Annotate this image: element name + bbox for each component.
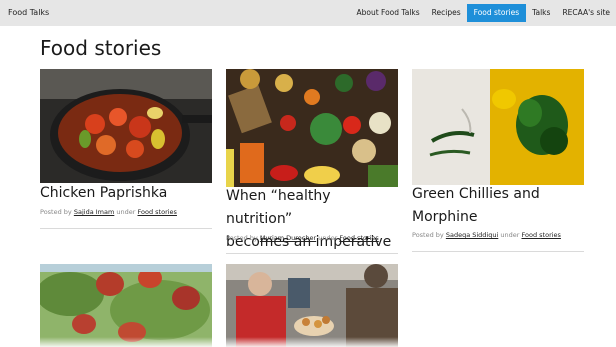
nav-item-talks[interactable]: Talks: [526, 4, 556, 22]
post-thumbnail-green-chillies[interactable]: [412, 69, 584, 185]
post-title-link[interactable]: When “healthy nutrition” becomes an impe…: [226, 185, 398, 254]
post-meta: Posted by Myriam Durocher under Food sto…: [226, 234, 379, 242]
green-chillies-photo: [412, 69, 584, 185]
author-link[interactable]: Myriam Durocher: [260, 234, 316, 242]
nav-item-recipes[interactable]: Recipes: [426, 4, 467, 22]
under-text: under: [116, 208, 136, 216]
card-divider: [412, 251, 584, 252]
category-link[interactable]: Food stories: [522, 231, 561, 239]
nav-item-recaa-site[interactable]: RECAA's site: [556, 4, 616, 22]
post-meta: Posted by Sadeqa Siddiqui under Food sto…: [412, 231, 561, 239]
top-navigation-bar: Food Talks About Food Talks Recipes Food…: [0, 0, 616, 26]
post-card-red-berries: [40, 264, 212, 347]
post-meta: Posted by Sajida Imam under Food stories: [40, 208, 177, 216]
card-divider: [226, 253, 398, 254]
post-title-line: Green Chillies and: [412, 186, 540, 202]
posted-by-text: Posted by: [412, 231, 444, 239]
post-thumbnail-people-sharing-food[interactable]: [226, 264, 398, 347]
card-divider: [40, 228, 212, 229]
post-card-healthy-nutrition: When “healthy nutrition” becomes an impe…: [226, 69, 398, 254]
post-thumbnail-red-berries[interactable]: [40, 264, 212, 347]
page-title: Food stories: [40, 36, 162, 60]
author-link[interactable]: Sadeqa Siddiqui: [446, 231, 498, 239]
post-thumbnail-chicken-paprishka[interactable]: [40, 69, 212, 183]
post-title-line: When “healthy nutrition”: [226, 188, 331, 227]
under-text: under: [500, 231, 520, 239]
post-title-link[interactable]: Chicken Paprishka: [40, 182, 167, 205]
post-thumbnail-healthy-nutrition[interactable]: [226, 69, 398, 187]
site-brand-link[interactable]: Food Talks: [8, 0, 49, 26]
red-berries-tree-photo: [40, 264, 212, 347]
post-card-chicken-paprishka: Chicken Paprishka Posted by Sajida Imam …: [40, 69, 212, 231]
category-link[interactable]: Food stories: [138, 208, 177, 216]
people-sharing-food-photo: [226, 264, 398, 347]
posted-by-text: Posted by: [226, 234, 258, 242]
main-nav: About Food Talks Recipes Food stories Ta…: [350, 4, 616, 22]
post-card-people-sharing-food: [226, 264, 398, 347]
posted-by-text: Posted by: [40, 208, 72, 216]
author-link[interactable]: Sajida Imam: [74, 208, 114, 216]
post-card-green-chillies: Green Chillies and Morphine Posted by Sa…: [412, 69, 584, 253]
nav-item-food-stories[interactable]: Food stories: [466, 4, 527, 22]
nav-item-about-food-talks[interactable]: About Food Talks: [350, 4, 425, 22]
chicken-paprika-pan-photo: [40, 69, 212, 183]
post-title-line: Morphine: [412, 209, 478, 225]
category-link[interactable]: Food stories: [339, 234, 378, 242]
under-text: under: [318, 234, 338, 242]
post-title-link[interactable]: Green Chillies and Morphine: [412, 183, 540, 229]
vegetables-spread-photo: [226, 69, 398, 187]
bottom-fade: [0, 337, 616, 347]
